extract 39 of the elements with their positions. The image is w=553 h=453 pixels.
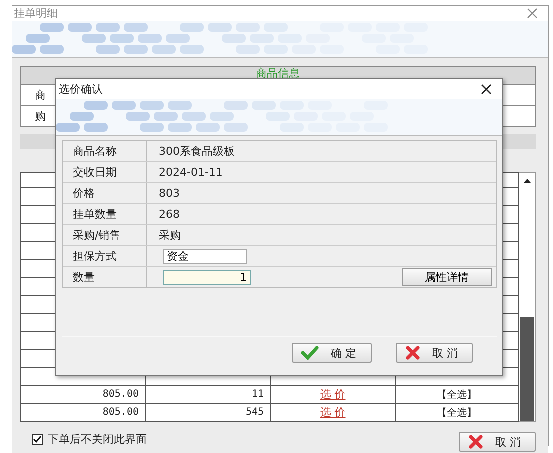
cross-icon xyxy=(468,435,484,449)
select-all-link[interactable]: 【全选】 xyxy=(437,388,477,402)
field-label: 担保方式 xyxy=(73,248,117,264)
price-cell: 805.00 xyxy=(102,407,139,418)
cancel-button[interactable]: 取 消 xyxy=(458,432,536,452)
quantity-cell: 545 xyxy=(246,407,264,418)
field-value: 803 xyxy=(159,186,180,200)
quantity-cell: 11 xyxy=(252,389,264,400)
row-label: 商 xyxy=(35,88,46,102)
price-cell: 805.00 xyxy=(102,389,139,400)
scroll-thumb[interactable] xyxy=(520,317,534,421)
checkmark-icon xyxy=(301,346,319,360)
scrollbar[interactable] xyxy=(519,172,536,422)
field-label: 采购/销售 xyxy=(73,228,121,242)
field-label: 商品名称 xyxy=(73,144,117,158)
dialog-title: 选价确认 xyxy=(59,82,103,96)
scroll-up-icon[interactable] xyxy=(524,179,530,183)
cross-icon xyxy=(404,346,420,360)
checkbox-label: 下单后不关闭此界面 xyxy=(48,432,147,446)
field-value: 采购 xyxy=(159,228,181,242)
close-icon[interactable] xyxy=(481,84,492,94)
field-label: 数量 xyxy=(73,270,95,284)
window-title: 挂单明细 xyxy=(14,6,58,21)
field-value: 300系食品级板 xyxy=(159,144,235,158)
details-button[interactable]: 属性详情 xyxy=(402,268,492,286)
input-field[interactable]: 资金 xyxy=(163,248,247,264)
confirm-button[interactable]: 确 定 xyxy=(292,343,372,363)
row-label: 购 xyxy=(35,108,46,124)
select-price-link[interactable]: 选 价 xyxy=(320,387,346,402)
field-value: 2024-01-11 xyxy=(159,166,223,178)
field-label: 价格 xyxy=(73,186,95,200)
select-price-link[interactable]: 选 价 xyxy=(320,405,346,420)
select-all-link[interactable]: 【全选】 xyxy=(437,406,477,420)
cancel-button[interactable]: 取 消 xyxy=(396,343,473,363)
quantity-field[interactable]: 1 xyxy=(163,270,251,284)
field-label: 交收日期 xyxy=(73,164,117,180)
checkbox[interactable] xyxy=(32,434,43,444)
field-value: 268 xyxy=(159,208,180,220)
field-label: 挂单数量 xyxy=(73,206,117,222)
